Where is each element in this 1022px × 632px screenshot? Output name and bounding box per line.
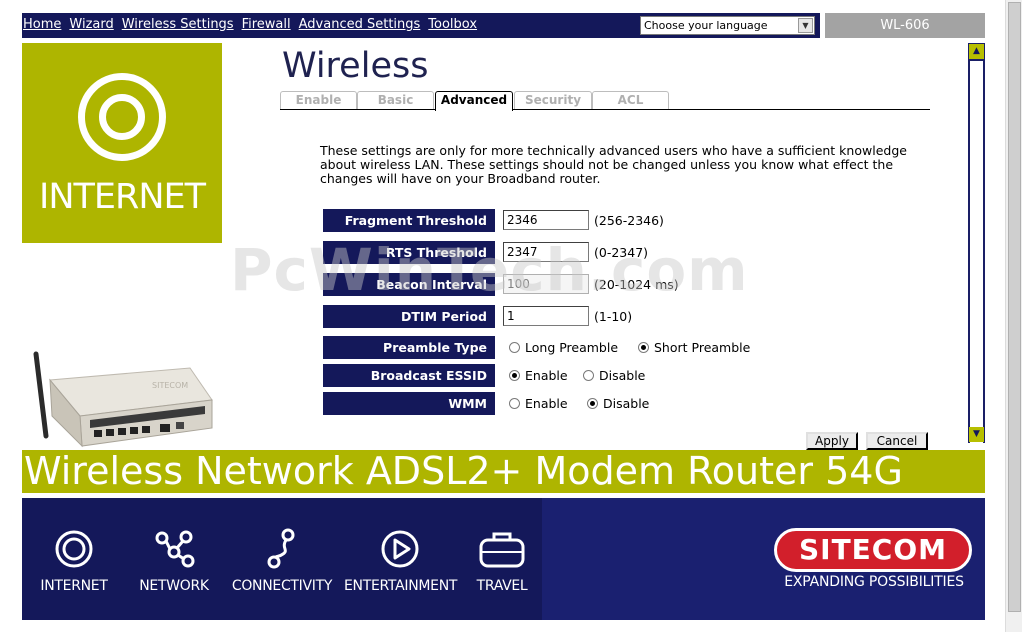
nav-links: Home Wizard Wireless Settings Firewall A… — [23, 17, 485, 32]
tab-basic[interactable]: Basic — [357, 91, 434, 109]
dtim-period-input[interactable]: 1 — [503, 306, 589, 326]
wmm-label: WMM — [323, 392, 495, 415]
dtim-period-label: DTIM Period — [323, 305, 495, 328]
top-nav-bar: Home Wizard Wireless Settings Firewall A… — [22, 13, 820, 38]
language-select-value: Choose your language — [644, 19, 768, 32]
router-admin-page: Home Wizard Wireless Settings Firewall A… — [0, 0, 1022, 632]
rts-threshold-input[interactable]: 2347 — [503, 242, 589, 262]
footer-entertainment-label: ENTERTAINMENT — [344, 578, 458, 594]
wmm-disable-radio[interactable] — [587, 398, 598, 409]
internet-logo: INTERNET — [22, 43, 222, 243]
footer-network-label: NETWORK — [139, 578, 209, 594]
footer: INTERNET NETWORK CONNECTIVITY ENTERTAINM… — [22, 498, 985, 620]
essid-disable-option[interactable]: Disable — [583, 368, 645, 383]
preamble-short-label: Short Preamble — [654, 340, 751, 355]
language-select[interactable]: Choose your language ▼ — [640, 16, 815, 35]
fragment-threshold-input[interactable]: 2346 — [503, 210, 589, 230]
connectivity-icon — [267, 528, 295, 569]
internet-logo-text: INTERNET — [39, 177, 206, 217]
page-scrollbar[interactable] — [1005, 0, 1022, 632]
dtim-period-range: (1-10) — [594, 309, 633, 324]
internet-icon — [55, 530, 93, 568]
footer-item-travel: TRAVEL — [470, 528, 534, 594]
content-scrollbar[interactable]: ▲ ▼ — [968, 43, 985, 453]
essid-enable-option[interactable]: Enable — [509, 368, 568, 383]
nav-link-firewall[interactable]: Firewall — [242, 17, 291, 32]
tab-advanced[interactable]: Advanced — [435, 91, 513, 111]
wmm-disable-option[interactable]: Disable — [587, 396, 649, 411]
wireless-tabs: Enable Basic Advanced Security ACL — [280, 91, 930, 111]
essid-disable-label: Disable — [599, 368, 646, 383]
router-image: SITECOM — [33, 351, 213, 448]
advanced-description: These settings are only for more technic… — [320, 143, 907, 186]
chevron-down-icon[interactable]: ▼ — [798, 18, 813, 33]
fragment-threshold-label: Fragment Threshold — [323, 209, 495, 232]
preamble-short-option[interactable]: Short Preamble — [638, 340, 750, 355]
footer-connectivity-label: CONNECTIVITY — [231, 578, 333, 594]
scrollbar-thumb[interactable] — [970, 61, 983, 453]
nav-link-toolbox[interactable]: Toolbox — [428, 17, 477, 32]
scroll-up-icon[interactable]: ▲ — [969, 44, 984, 59]
broadcast-essid-label: Broadcast ESSID — [323, 364, 495, 387]
wmm-enable-option[interactable]: Enable — [509, 396, 568, 411]
preamble-long-option[interactable]: Long Preamble — [509, 340, 618, 355]
nav-link-home[interactable]: Home — [23, 17, 61, 32]
preamble-short-radio[interactable] — [638, 342, 649, 353]
internet-logo-icon — [78, 73, 166, 161]
page-scrollbar-thumb[interactable] — [1008, 2, 1021, 612]
nav-link-advanced-settings[interactable]: Advanced Settings — [299, 17, 421, 32]
essid-disable-radio[interactable] — [583, 370, 594, 381]
entertainment-icon — [381, 530, 419, 568]
travel-icon — [479, 532, 525, 568]
preamble-long-radio[interactable] — [509, 342, 520, 353]
essid-enable-label: Enable — [525, 368, 568, 383]
sitecom-logo: SITECOM — [774, 528, 972, 572]
footer-internet-label: INTERNET — [40, 578, 108, 594]
beacon-interval-label: Beacon Interval — [323, 273, 495, 296]
product-banner: Wireless Network ADSL2+ Modem Router 54G — [22, 450, 985, 493]
rts-threshold-range: (0-2347) — [594, 245, 649, 260]
sitecom-tagline: EXPANDING POSSIBILITIES — [784, 574, 964, 590]
footer-travel-label: TRAVEL — [476, 578, 528, 594]
tab-enable[interactable]: Enable — [280, 91, 357, 109]
nav-link-wireless-settings[interactable]: Wireless Settings — [122, 17, 234, 32]
fragment-threshold-range: (256-2346) — [594, 213, 664, 228]
preamble-long-label: Long Preamble — [525, 340, 619, 355]
footer-item-connectivity: CONNECTIVITY — [230, 528, 334, 594]
essid-enable-radio[interactable] — [509, 370, 520, 381]
tab-security[interactable]: Security — [514, 91, 592, 109]
beacon-interval-range: (20-1024 ms) — [594, 277, 679, 292]
network-icon — [155, 530, 195, 568]
cancel-button[interactable]: Cancel — [866, 432, 928, 450]
footer-item-network: NETWORK — [134, 528, 214, 594]
wmm-enable-radio[interactable] — [509, 398, 520, 409]
beacon-interval-input[interactable]: 100 — [503, 274, 589, 294]
wmm-enable-label: Enable — [525, 396, 568, 411]
apply-button[interactable]: Apply — [806, 432, 858, 450]
rts-threshold-label: RTS Threshold — [323, 241, 495, 264]
scroll-down-icon[interactable]: ▼ — [969, 427, 984, 442]
wmm-disable-label: Disable — [603, 396, 650, 411]
page-title: Wireless — [282, 46, 429, 86]
footer-item-entertainment: ENTERTAINMENT — [344, 528, 458, 594]
nav-link-wizard[interactable]: Wizard — [69, 17, 113, 32]
footer-item-internet: INTERNET — [38, 528, 110, 594]
preamble-type-label: Preamble Type — [323, 336, 495, 359]
svg-text:SITECOM: SITECOM — [152, 381, 188, 390]
tab-acl[interactable]: ACL — [592, 91, 669, 109]
model-label: WL-606 — [825, 13, 985, 38]
